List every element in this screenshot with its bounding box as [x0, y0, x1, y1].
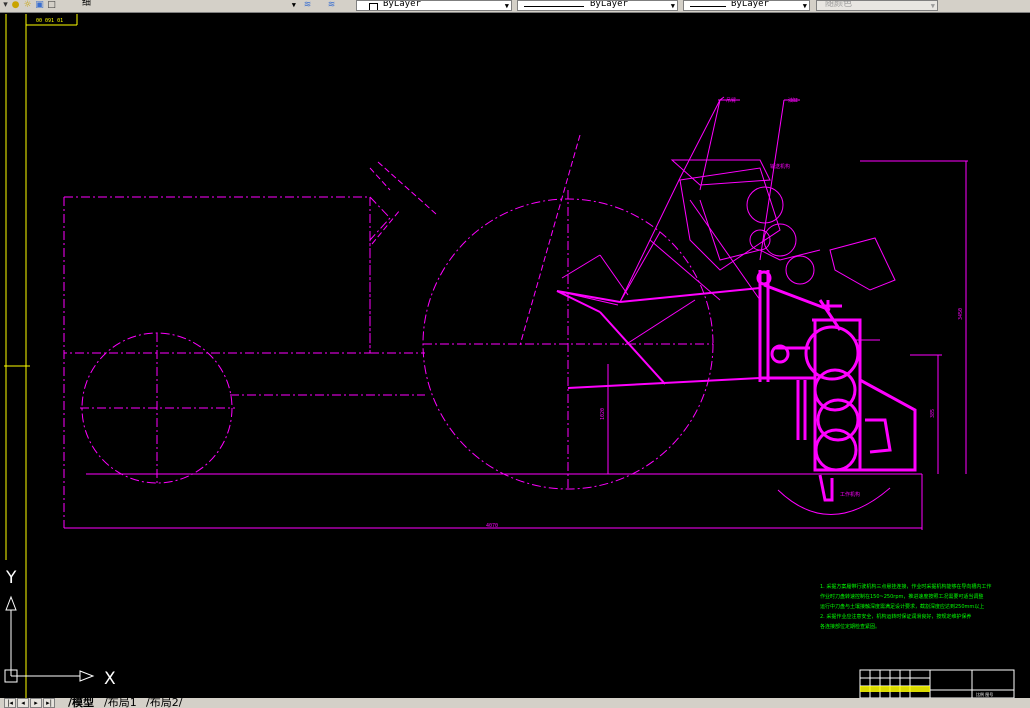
layer-dropdown[interactable]: 细 ▼	[56, 0, 298, 11]
dim-height-right-text: 3450	[958, 308, 964, 320]
chevron-down-icon: ▼	[930, 2, 935, 10]
prev-tab-button[interactable]: ◂	[17, 698, 29, 708]
cutter-disc-4	[814, 428, 858, 472]
chevron-down-icon: ▼	[670, 2, 675, 10]
layout-tab-bar: |◂ ◂ ▸ ▸| /模型 /布局1 /布局2/	[0, 698, 1030, 708]
layer-previous-icon[interactable]: ≋	[326, 0, 337, 10]
line-sample-icon	[690, 6, 726, 7]
title-block-text: 比例 图号	[976, 691, 993, 697]
tab-layout1[interactable]: /布局1	[104, 698, 137, 708]
lineweight-control-dropdown[interactable]: ByLayer ▼	[683, 0, 810, 11]
tab-model[interactable]: /模型	[68, 698, 94, 708]
linetype-control-dropdown[interactable]: ByLayer ▼	[517, 0, 678, 11]
model-space-canvas[interactable]: 00 091 01 4070 1020 3450 385 吊臂 油缸 输送机构 …	[0, 12, 1030, 698]
callout-text: 吊臂	[726, 97, 736, 104]
tab-layout2[interactable]: /布局2/	[146, 698, 182, 708]
tab-layout2-label: 布局2	[149, 698, 179, 708]
technical-notes: 1. 采掘方案履带行驶机构三点悬挂连接，作业时采掘机构能够在导向槽内工作 作业时…	[820, 583, 991, 630]
note-line: 2. 采掘作业应注意安全，机构运转时保证润滑良好，按规定维护保养	[820, 613, 971, 620]
title-block-highlight	[860, 686, 930, 692]
lock-icon[interactable]: ▣	[34, 0, 45, 10]
tab-layout1-label: 布局1	[107, 698, 137, 708]
tab-model-label: 模型	[72, 698, 95, 708]
first-tab-button[interactable]: |◂	[4, 698, 16, 708]
chevron-down-icon: ▼	[291, 1, 296, 9]
lightbulb-icon[interactable]: ●	[10, 0, 21, 10]
last-tab-button[interactable]: ▸|	[43, 698, 55, 708]
tractor-body-outline	[64, 196, 371, 354]
drawing-frame	[4, 14, 78, 698]
ucs-x-label: X	[104, 669, 116, 689]
callout-text: 油缸	[788, 97, 798, 104]
plotstyle-control-value: 随颜色	[825, 0, 853, 9]
next-tab-button[interactable]: ▸	[30, 698, 42, 708]
dim-length-text: 4070	[486, 523, 498, 529]
note-line: 1. 采掘方案履带行驶机构三点悬挂连接，作业时采掘机构能够在导向槽内工作	[820, 583, 991, 590]
color-control-dropdown[interactable]: ByLayer ▼	[356, 0, 512, 11]
frame-label: 00 091 01	[36, 18, 63, 24]
layer-dropdown-value: 细	[82, 0, 92, 8]
callout-text: 工作机构	[840, 491, 860, 498]
ucs-y-label: Y	[5, 568, 17, 588]
color-square-icon	[369, 3, 378, 10]
line-sample-icon	[524, 6, 584, 7]
dim-small-text: 385	[930, 409, 936, 418]
make-current-layer-icon[interactable]: ≋	[302, 0, 313, 10]
note-line: 作业时刀盘转速控制在150~250rpm，推进速度按照工况需要可适当调整	[820, 593, 983, 600]
ucs-icon	[4, 595, 95, 683]
note-line: 运行中刀盘与土壤接触深度需满足设计要求，截割深度应达到250mm以上	[820, 603, 984, 610]
dim-height-left-text: 1020	[600, 408, 606, 420]
linetype-control-value: ByLayer	[590, 0, 628, 9]
callout-text: 输送机构	[770, 163, 790, 170]
machine-drawing	[63, 96, 968, 530]
plotstyle-control-dropdown[interactable]: 随颜色 ▼	[816, 0, 938, 11]
chevron-down-icon: ▼	[504, 2, 509, 10]
chevron-down-icon: ▼	[802, 2, 807, 10]
color-control-value: ByLayer	[383, 0, 421, 9]
note-line: 各连接部位定期检查紧固。	[820, 623, 880, 630]
lineweight-control-value: ByLayer	[731, 0, 769, 9]
sun-icon[interactable]: ☼	[22, 0, 33, 10]
